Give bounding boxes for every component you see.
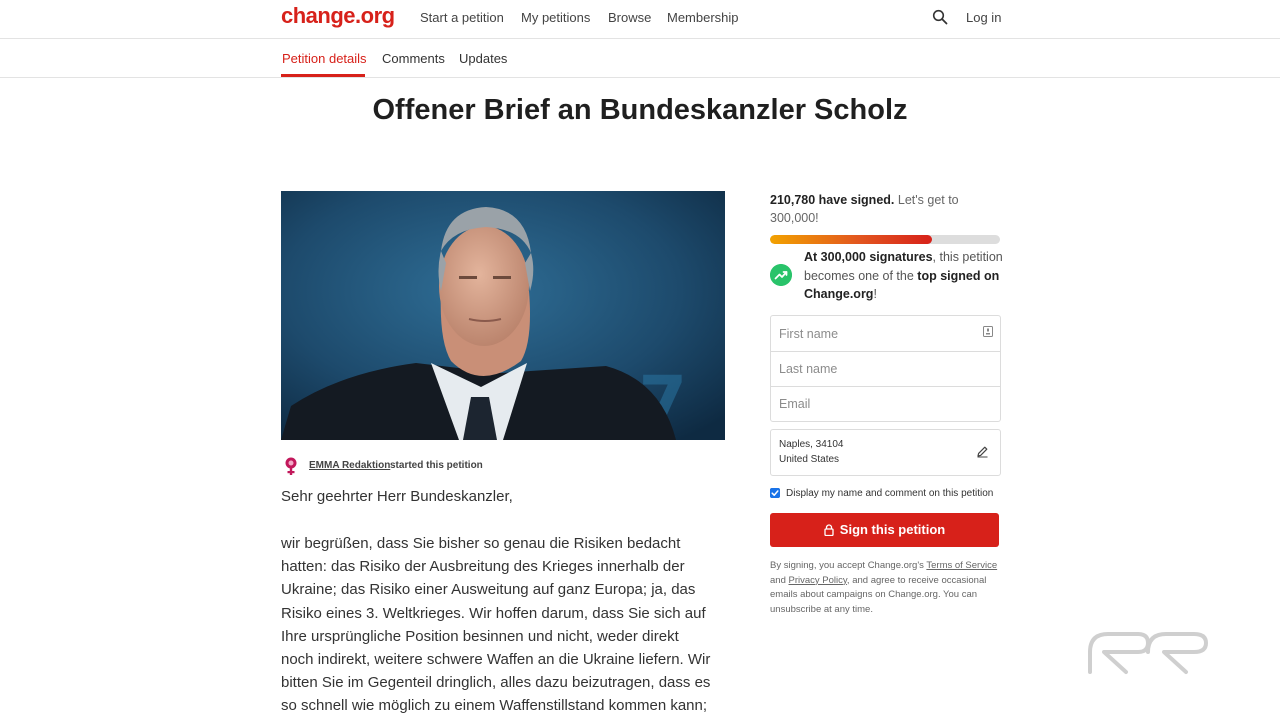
active-tab-indicator: [281, 74, 365, 77]
starter-text: started this petition: [390, 460, 483, 471]
letter-line: Ihre ursprüngliche Position besinnen und…: [281, 627, 679, 645]
top-text-2: !: [873, 287, 877, 301]
letter-line: bitten Sie im Gegenteil dringlich, alles…: [281, 674, 711, 692]
login-link[interactable]: Log in: [966, 10, 1001, 25]
legal-text-1: By signing, you accept Change.org's: [770, 560, 927, 571]
petition-photo: G7: [281, 191, 725, 440]
letter-line: Ukraine; das Risiko einer Ausweitung auf…: [281, 581, 696, 599]
tab-comments[interactable]: Comments: [382, 51, 445, 66]
lock-icon: [824, 524, 834, 536]
letter-line: wir begrüßen, dass Sie bisher so genau d…: [281, 535, 681, 552]
location-city: Naples, 34104: [779, 439, 844, 450]
letter-body: wir begrüßen, dass Sie bisher so genau d…: [281, 532, 726, 718]
letter-greeting: Sehr geehrter Herr Bundeskanzler,: [281, 488, 513, 505]
letter-line: Risiko eines 3. Weltkrieges. Wir hoffen …: [281, 604, 706, 622]
display-name-label[interactable]: Display my name and comment on this peti…: [786, 488, 993, 499]
top-navigation: change.org Start a petition My petitions…: [0, 0, 1280, 39]
venus-symbol-icon: [285, 457, 297, 475]
tab-petition-details[interactable]: Petition details: [282, 51, 367, 66]
location-box[interactable]: Naples, 34104 United States: [770, 429, 1001, 476]
legal-text: By signing, you accept Change.org's Term…: [770, 559, 1002, 617]
signed-count: 210,780 have signed.: [770, 193, 895, 207]
contact-card-icon: [983, 326, 993, 337]
top-bold-1: At 300,000 signatures: [804, 250, 933, 264]
signature-progress-bar: [770, 235, 1000, 244]
change-org-logo[interactable]: change.org: [281, 3, 395, 29]
sign-button-label: Sign this petition: [839, 522, 946, 537]
letter-line: so schnell wie möglich zu einem Waffenst…: [281, 697, 708, 715]
letter-line: noch indirekt, weitere schwere Waffen an…: [281, 651, 711, 669]
sign-petition-button[interactable]: Sign this petition: [770, 513, 999, 547]
progress-fill: [770, 235, 932, 244]
last-name-field[interactable]: [771, 351, 1000, 386]
nav-start-petition[interactable]: Start a petition: [420, 10, 504, 25]
top-signed-message: At 300,000 signatures, this petition bec…: [804, 248, 1004, 304]
legal-text-2: and: [770, 574, 789, 586]
nav-browse[interactable]: Browse: [608, 10, 651, 25]
letter-line: hatten: das Risiko der Ausbreitung des K…: [281, 558, 685, 576]
signer-form: [770, 315, 1001, 422]
nav-membership[interactable]: Membership: [667, 10, 739, 25]
petition-title: Offener Brief an Bundeskanzler Scholz: [372, 94, 908, 126]
trending-up-icon: [770, 264, 792, 286]
signature-count: 210,780 have signed. Let's get to 300,00…: [770, 191, 1000, 227]
terms-of-service-link[interactable]: Terms of Service: [926, 560, 997, 571]
search-icon[interactable]: [932, 9, 948, 25]
petition-tabs: Petition details Comments Updates: [0, 39, 1280, 78]
first-name-field[interactable]: [771, 316, 1000, 351]
privacy-policy-link[interactable]: Privacy Policy: [789, 575, 847, 586]
nav-my-petitions[interactable]: My petitions: [521, 10, 590, 25]
display-name-checkbox[interactable]: [770, 488, 780, 498]
starter-name-link[interactable]: EMMA Redaktion: [309, 460, 390, 471]
tab-updates[interactable]: Updates: [459, 51, 507, 66]
email-field[interactable]: [771, 386, 1000, 421]
watermark-logo: [1088, 632, 1208, 674]
pencil-icon[interactable]: [976, 445, 989, 458]
location-country: United States: [779, 454, 840, 465]
